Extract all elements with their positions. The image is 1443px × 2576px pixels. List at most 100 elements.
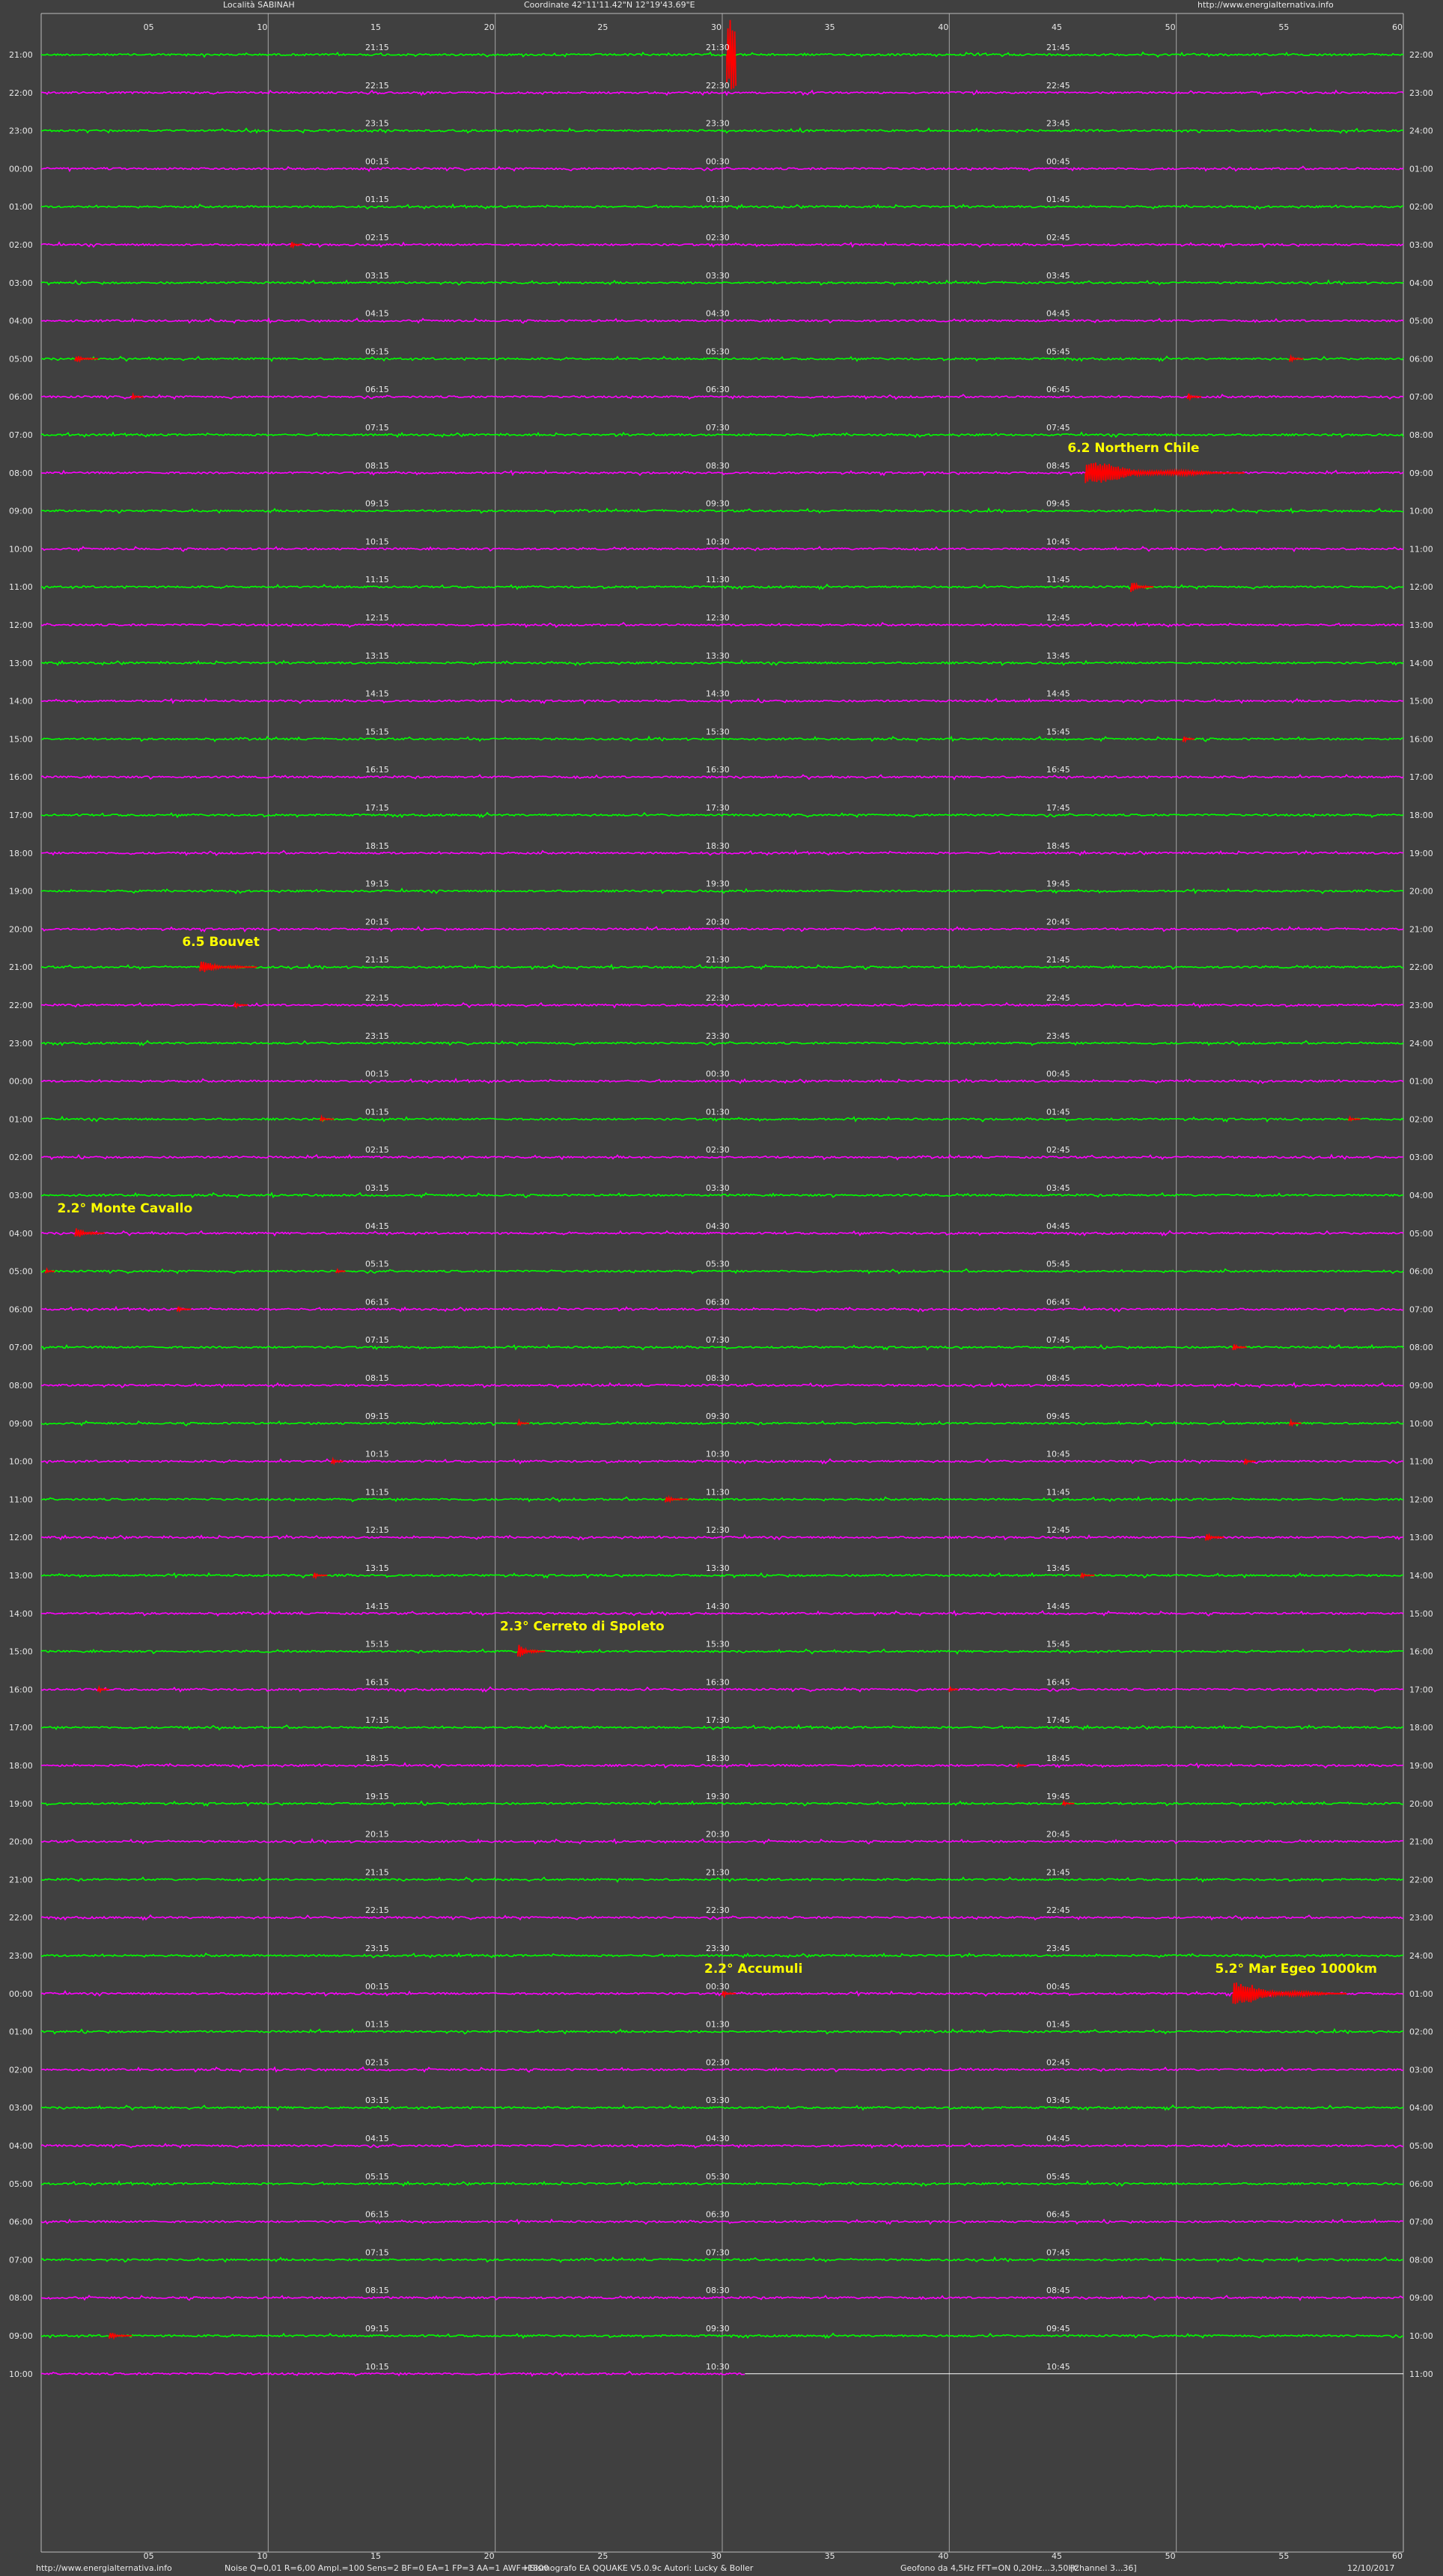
event-waveform: [177, 1306, 192, 1313]
row-quarter-label: 19:30: [706, 1792, 730, 1801]
row-quarter-label: 15:45: [1046, 727, 1070, 736]
row-quarter-label: 03:30: [706, 2096, 730, 2105]
row-quarter-label: 18:45: [1046, 1754, 1070, 1763]
row-quarter-label: 23:15: [365, 119, 389, 129]
row-quarter-label: 02:45: [1046, 233, 1070, 242]
row-time-left: 00:00: [9, 164, 33, 174]
row-time-right: 04:00: [1409, 1191, 1433, 1200]
row-time-left: 06:00: [9, 392, 33, 402]
seismogram-chart: 05 05 10 10 15 15 20 20 25 25 30 30 35 35 40 40 45 45 50 50…: [9, 13, 1433, 2561]
row-time-left: 12:00: [9, 620, 33, 630]
row-quarter-label: 22:30: [706, 1905, 730, 1915]
event-label: 6.2 Northern Chile: [1067, 441, 1199, 456]
row-time-left: 19:00: [9, 1799, 33, 1809]
row-quarter-label: 20:15: [365, 917, 389, 927]
row-time-left: 06:00: [9, 1304, 33, 1314]
row-time-right: 22:00: [1409, 1875, 1433, 1884]
row-quarter-label: 14:30: [706, 689, 730, 699]
row-quarter-label: 11:45: [1046, 1487, 1070, 1497]
row-quarter-label: 09:15: [365, 2324, 389, 2334]
row-quarter-label: 10:15: [365, 2362, 389, 2372]
row-quarter-label: 00:45: [1046, 1069, 1070, 1079]
row-quarter-label: 19:45: [1046, 1792, 1070, 1801]
row-time-left: 01:00: [9, 1114, 33, 1124]
row-quarter-label: 07:45: [1046, 2247, 1070, 2257]
row-quarter-label: 23:45: [1046, 1031, 1070, 1041]
event-label: 2.2° Monte Cavallo: [58, 1201, 193, 1216]
x-tick-label-bottom: 30: [711, 2551, 722, 2561]
row-time-right: 02:00: [1409, 2027, 1433, 2037]
event-waveform: [313, 1572, 328, 1580]
row-time-right: 03:00: [1409, 240, 1433, 250]
row-quarter-label: 13:45: [1046, 651, 1070, 661]
row-time-right: 08:00: [1409, 2255, 1433, 2265]
row-quarter-label: 05:30: [706, 347, 730, 356]
row-time-left: 15:00: [9, 1647, 33, 1657]
row-quarter-label: 00:30: [706, 1982, 730, 1991]
row-quarter-label: 10:30: [706, 1450, 730, 1459]
row-quarter-label: 04:30: [706, 1221, 730, 1231]
row-time-left: 11:00: [9, 1495, 33, 1504]
trace-line: [40, 2370, 745, 2378]
row-quarter-label: 08:15: [365, 461, 389, 471]
row-quarter-label: 16:45: [1046, 765, 1070, 775]
x-tick-label-bottom: 35: [825, 2551, 835, 2561]
row-time-left: 10:00: [9, 544, 33, 554]
event-waveform: [726, 19, 737, 90]
row-quarter-label: 02:15: [365, 1145, 389, 1155]
row-time-left: 09:00: [9, 507, 33, 516]
event-waveform: [1243, 1459, 1256, 1465]
event-label: 2.2° Accumuli: [704, 1962, 802, 1977]
event-waveform: [1080, 1572, 1095, 1580]
row-quarter-label: 21:45: [1046, 43, 1070, 52]
x-tick-label-top: 25: [597, 22, 608, 32]
row-quarter-label: 04:45: [1046, 309, 1070, 319]
row-time-left: 05:00: [9, 1267, 33, 1277]
row-time-right: 07:00: [1409, 1304, 1433, 1314]
row-quarter-label: 12:30: [706, 1525, 730, 1535]
row-quarter-label: 10:45: [1046, 1450, 1070, 1459]
row-time-left: 02:00: [9, 1153, 33, 1162]
row-quarter-label: 04:45: [1046, 1221, 1070, 1231]
row-time-left: 11:00: [9, 582, 33, 592]
row-time-left: 04:00: [9, 1229, 33, 1239]
event-waveform: [948, 1685, 959, 1692]
row-quarter-label: 07:15: [365, 423, 389, 433]
x-tick-label-top: 60: [1392, 22, 1403, 32]
row-time-right: 02:00: [1409, 202, 1433, 212]
row-quarter-label: 21:15: [365, 955, 389, 965]
footer-website-link[interactable]: http://www.energialternativa.info: [36, 2563, 172, 2573]
row-quarter-label: 02:15: [365, 2057, 389, 2067]
row-quarter-label: 10:15: [365, 537, 389, 546]
row-quarter-label: 15:30: [706, 727, 730, 736]
event-waveform: [331, 1456, 344, 1466]
row-quarter-label: 06:30: [706, 385, 730, 394]
event-waveform: [290, 242, 302, 249]
row-quarter-label: 16:30: [706, 1677, 730, 1687]
row-quarter-label: 03:15: [365, 1183, 389, 1193]
row-quarter-label: 20:30: [706, 917, 730, 927]
row-quarter-label: 01:45: [1046, 2020, 1070, 2030]
row-quarter-label: 03:45: [1046, 1183, 1070, 1193]
row-quarter-label: 05:15: [365, 2172, 389, 2182]
row-quarter-label: 15:15: [365, 1640, 389, 1649]
row-quarter-label: 01:30: [706, 1107, 730, 1117]
event-waveform: [74, 1228, 106, 1237]
row-time-right: 19:00: [1409, 1761, 1433, 1771]
row-time-right: 09:00: [1409, 468, 1433, 478]
x-tick-label-bottom: 40: [938, 2551, 948, 2561]
row-time-left: 07:00: [9, 1343, 33, 1352]
label-layer: 21:00 22:00 21:15 21:30 21:45 22:00 23:00 22:15…: [9, 43, 1433, 2379]
row-time-right: 23:00: [1409, 1001, 1433, 1010]
x-tick-label-top: 40: [938, 22, 948, 32]
row-quarter-label: 07:45: [1046, 1335, 1070, 1345]
row-quarter-label: 08:15: [365, 2286, 389, 2295]
row-time-left: 02:00: [9, 240, 33, 250]
row-time-left: 20:00: [9, 924, 33, 934]
row-time-right: 15:00: [1409, 697, 1433, 706]
row-time-right: 14:00: [1409, 659, 1433, 668]
row-time-right: 03:00: [1409, 1153, 1433, 1162]
row-quarter-label: 06:30: [706, 2210, 730, 2220]
row-time-right: 24:00: [1409, 1951, 1433, 1961]
row-quarter-label: 21:15: [365, 1867, 389, 1877]
